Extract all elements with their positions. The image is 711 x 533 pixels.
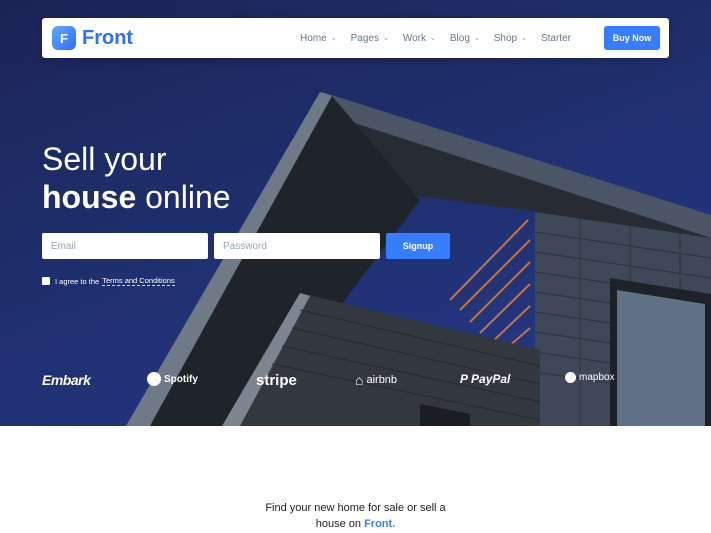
terms-agreement: I agree to the Terms and Conditions xyxy=(42,276,175,286)
intro-line-2: house on Front. xyxy=(0,516,711,532)
paypal-icon: P xyxy=(460,372,469,386)
intro-line-1: Find your new home for sale or sell a xyxy=(265,502,446,514)
logo-text: Front xyxy=(82,26,134,49)
nav-item-label: Pages xyxy=(350,32,379,44)
signup-button[interactable]: Signup xyxy=(386,233,450,259)
nav-item-label: Starter xyxy=(540,32,571,44)
logo-icon: F xyxy=(52,26,76,50)
mapbox-icon xyxy=(565,372,576,383)
intro-text: house on xyxy=(315,518,362,530)
mapbox-wordmark: mapbox xyxy=(579,372,615,383)
nav-item-blog[interactable]: Blog ⌄ xyxy=(450,33,480,44)
headline-line-1: Sell your xyxy=(42,141,167,177)
chevron-down-icon: ⌄ xyxy=(382,35,389,42)
logo[interactable]: F Front xyxy=(52,26,133,50)
password-field[interactable]: Password xyxy=(214,233,380,259)
stripe-logo: stripe xyxy=(256,372,297,389)
nav-item-starter[interactable]: Starter xyxy=(541,33,571,44)
nav-item-label: Shop xyxy=(493,32,518,44)
password-placeholder: Password xyxy=(223,240,267,252)
embark-logo: Embark xyxy=(42,372,91,388)
headline-rest: online xyxy=(145,179,231,215)
airbnb-logo: ⌂ airbnb xyxy=(355,372,397,388)
hero-section: F Front Home ⌄ Pages ⌄ Work ⌄ Blog ⌄ Shop ⌄ S… xyxy=(0,0,711,426)
spotify-wordmark: Spotify xyxy=(164,373,198,385)
agree-checkbox[interactable] xyxy=(42,277,50,285)
paypal-logo: P PayPal xyxy=(460,372,510,386)
hero-headline: Sell your house online xyxy=(42,140,231,216)
chevron-down-icon: ⌄ xyxy=(330,35,337,42)
nav-item-shop[interactable]: Shop ⌄ xyxy=(494,33,527,44)
nav-menu: Home ⌄ Pages ⌄ Work ⌄ Blog ⌄ Shop ⌄ Starter xyxy=(286,18,571,58)
nav-item-label: Blog xyxy=(449,32,470,44)
section-intro: Find your new home for sale or sell a ho… xyxy=(0,500,711,532)
chevron-down-icon: ⌄ xyxy=(473,35,480,42)
airbnb-icon: ⌂ xyxy=(355,372,364,388)
nav-item-label: Home xyxy=(300,32,327,44)
navbar: F Front Home ⌄ Pages ⌄ Work ⌄ Blog ⌄ Shop ⌄ S… xyxy=(42,18,669,58)
email-placeholder: Email xyxy=(51,240,77,252)
spotify-icon xyxy=(147,372,161,386)
email-field[interactable]: Email xyxy=(42,233,208,259)
nav-item-pages[interactable]: Pages ⌄ xyxy=(351,33,389,44)
buy-now-button[interactable]: Buy Now xyxy=(604,26,660,50)
spotify-logo: Spotify xyxy=(147,372,198,386)
headline-line-2: house online xyxy=(42,178,231,216)
front-brand-link: Front. xyxy=(364,518,396,530)
nav-item-work[interactable]: Work ⌄ xyxy=(403,33,436,44)
agree-label: I agree to the xyxy=(55,276,100,286)
mapbox-logo: mapbox xyxy=(565,372,615,383)
nav-item-home[interactable]: Home ⌄ xyxy=(300,33,337,44)
paypal-wordmark: PayPal xyxy=(471,372,511,386)
chevron-down-icon: ⌄ xyxy=(429,35,436,42)
chevron-down-icon: ⌄ xyxy=(521,35,527,42)
terms-link[interactable]: Terms and Conditions xyxy=(102,276,175,286)
headline-bold: house xyxy=(42,179,137,215)
airbnb-wordmark: airbnb xyxy=(366,374,398,386)
nav-item-label: Work xyxy=(402,32,426,44)
